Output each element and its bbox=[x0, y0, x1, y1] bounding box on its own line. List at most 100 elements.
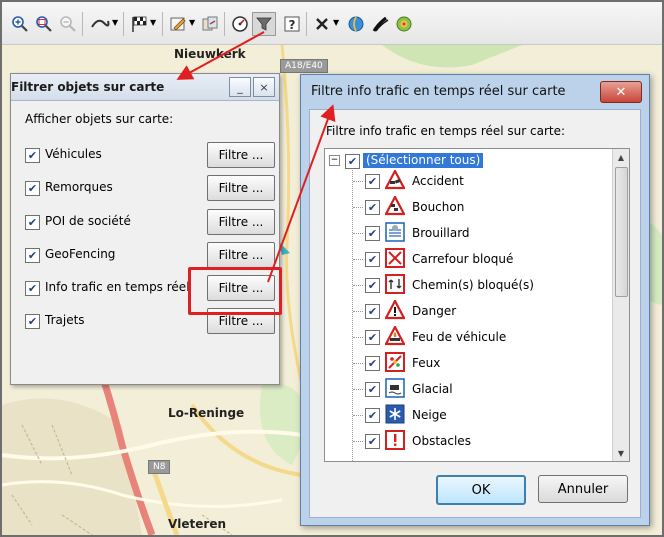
checkbox[interactable]: ✔ bbox=[25, 181, 40, 196]
chevron-down-icon[interactable]: ▼ bbox=[189, 18, 195, 27]
filter-row-label: Véhicules bbox=[45, 147, 102, 161]
tree-connector bbox=[353, 285, 363, 286]
layers-icon[interactable] bbox=[394, 14, 414, 34]
blocked-road-icon bbox=[385, 274, 405, 294]
checkbox[interactable]: ✔ bbox=[365, 278, 380, 293]
road-icon[interactable] bbox=[370, 14, 390, 34]
filter-objects-panel: Filtrer objets sur carte _ × Afficher ob… bbox=[10, 73, 280, 385]
help-icon[interactable]: ? bbox=[282, 14, 302, 34]
tree-item-label: Accident bbox=[412, 174, 464, 188]
route-icon[interactable] bbox=[90, 14, 110, 34]
filter-row-geofencing: ✔ GeoFencing Filtre ... bbox=[21, 242, 275, 268]
danger-icon bbox=[385, 300, 405, 320]
tree-item[interactable]: ✔ Chemin(s) bloqué(s) bbox=[353, 273, 593, 297]
tree-item[interactable]: ✔ Feu de véhicule bbox=[353, 325, 593, 349]
tree-item[interactable]: ✔ Brouillard bbox=[353, 221, 593, 245]
edit-icon[interactable] bbox=[168, 14, 188, 34]
filter-button[interactable]: Filtre ... bbox=[207, 142, 275, 168]
tree-item[interactable]: ✔ Carrefour bloqué bbox=[353, 247, 593, 271]
ok-button[interactable]: OK bbox=[436, 475, 526, 505]
zoom-out-icon[interactable] bbox=[58, 14, 78, 34]
dialog-close-button[interactable]: ✕ bbox=[600, 81, 642, 103]
speedometer-icon[interactable] bbox=[230, 14, 250, 34]
chevron-down-icon[interactable]: ▼ bbox=[112, 18, 118, 27]
tree-item-label: Feu de véhicule bbox=[412, 330, 507, 344]
map-town-label: Vleteren bbox=[168, 517, 227, 531]
tree-item[interactable]: ✔ Accident bbox=[353, 169, 593, 193]
collapse-icon[interactable]: − bbox=[329, 155, 340, 166]
zoom-in-icon[interactable] bbox=[10, 14, 30, 34]
filter-row-label: Trajets bbox=[45, 313, 85, 327]
checkbox[interactable]: ✔ bbox=[365, 174, 380, 189]
dialog-title: Filtre info trafic en temps réel sur car… bbox=[311, 84, 566, 99]
tree-connector bbox=[353, 181, 363, 182]
ice-icon bbox=[385, 378, 405, 398]
obstacle-icon bbox=[385, 430, 405, 450]
checkbox[interactable]: ✔ bbox=[365, 382, 380, 397]
close-icon[interactable] bbox=[312, 14, 332, 34]
checkbox[interactable]: ✔ bbox=[365, 200, 380, 215]
tree-root[interactable]: − ✔ (Sélectionner tous) bbox=[329, 153, 489, 169]
checkbox[interactable]: ✔ bbox=[365, 356, 380, 371]
road-number-badge: A18/E40 bbox=[280, 59, 328, 73]
tree-item[interactable]: ✔ Danger bbox=[353, 299, 593, 323]
tree-item[interactable]: ✔ Glacial bbox=[353, 377, 593, 401]
filter-row-label: Info trafic en temps réel bbox=[45, 280, 190, 294]
checkbox[interactable]: ✔ bbox=[365, 226, 380, 241]
checkbox[interactable]: ✔ bbox=[365, 434, 380, 449]
traffic-category-tree[interactable]: − ✔ (Sélectionner tous) ✔ Accident ✔ Bou… bbox=[324, 148, 630, 462]
traffic-filter-dialog: Filtre info trafic en temps réel sur car… bbox=[300, 74, 650, 526]
checkbox[interactable]: ✔ bbox=[365, 408, 380, 423]
filter-button[interactable]: Filtre ... bbox=[207, 175, 275, 201]
tree-connector bbox=[353, 441, 363, 442]
tree-item[interactable]: ✔ Neige bbox=[353, 403, 593, 427]
checkbox[interactable]: ✔ bbox=[365, 304, 380, 319]
zoom-region-icon[interactable] bbox=[34, 14, 54, 34]
panel-title: Filtrer objets sur carte bbox=[11, 80, 165, 94]
application-window: ▼ ▼ ▼ ? ▼ Nieuwkerk A18/E40 Lo-Reninge N… bbox=[0, 0, 664, 537]
filter-row-label: GeoFencing bbox=[45, 247, 116, 261]
toolbar-separator bbox=[123, 12, 124, 36]
checkbox[interactable]: ✔ bbox=[25, 215, 40, 230]
close-button[interactable]: × bbox=[253, 77, 275, 97]
tree-item-label: Danger bbox=[412, 304, 457, 318]
minimize-button[interactable]: _ bbox=[229, 77, 251, 97]
cancel-button[interactable]: Annuler bbox=[538, 475, 628, 503]
scroll-down-icon[interactable]: ▼ bbox=[613, 445, 629, 461]
checkered-flag-icon[interactable] bbox=[129, 14, 149, 34]
checkbox[interactable]: ✔ bbox=[25, 148, 40, 163]
globe-icon[interactable] bbox=[346, 14, 366, 34]
chevron-down-icon[interactable]: ▼ bbox=[150, 18, 156, 27]
filter-button[interactable]: Filtre ... bbox=[207, 242, 275, 268]
select-all-label[interactable]: (Sélectionner tous) bbox=[363, 153, 484, 168]
filter-icon[interactable] bbox=[252, 12, 276, 36]
snow-icon bbox=[385, 404, 405, 424]
chevron-down-icon[interactable]: ▼ bbox=[333, 18, 339, 27]
map-pages-icon[interactable] bbox=[200, 14, 220, 34]
tree-item-label: Carrefour bloqué bbox=[412, 252, 514, 266]
checkbox[interactable]: ✔ bbox=[365, 252, 380, 267]
checkbox[interactable]: ✔ bbox=[25, 281, 40, 296]
checkbox[interactable]: ✔ bbox=[25, 314, 40, 329]
checkbox[interactable]: ✔ bbox=[365, 330, 380, 345]
checkbox[interactable]: ✔ bbox=[345, 154, 360, 169]
checkbox[interactable]: ✔ bbox=[25, 248, 40, 263]
panel-title-bar[interactable]: Filtrer objets sur carte _ × bbox=[11, 74, 279, 101]
tree-item-label: Chemin(s) bloqué(s) bbox=[412, 278, 534, 292]
scroll-thumb[interactable] bbox=[615, 167, 628, 297]
fog-icon bbox=[385, 222, 405, 242]
toolbar-separator bbox=[306, 12, 307, 36]
tree-item[interactable]: ✔ Feux bbox=[353, 351, 593, 375]
tree-connector bbox=[353, 363, 363, 364]
vertical-scrollbar[interactable]: ▲ ▼ bbox=[612, 149, 629, 461]
filter-button[interactable]: Filtre ... bbox=[207, 209, 275, 235]
accident-icon bbox=[385, 170, 405, 190]
map-town-label: Nieuwkerk bbox=[174, 47, 246, 61]
filter-row-poi: ✔ POI de société Filtre ... bbox=[21, 209, 275, 235]
scroll-up-icon[interactable]: ▲ bbox=[613, 149, 629, 165]
tree-item-label: Obstacles bbox=[412, 434, 471, 448]
toolbar-separator bbox=[224, 12, 225, 36]
tree-item[interactable]: ✔ Obstacles bbox=[353, 429, 593, 453]
tree-item[interactable]: ✔ Bouchon bbox=[353, 195, 593, 219]
tree-item-label: Feux bbox=[412, 356, 441, 370]
